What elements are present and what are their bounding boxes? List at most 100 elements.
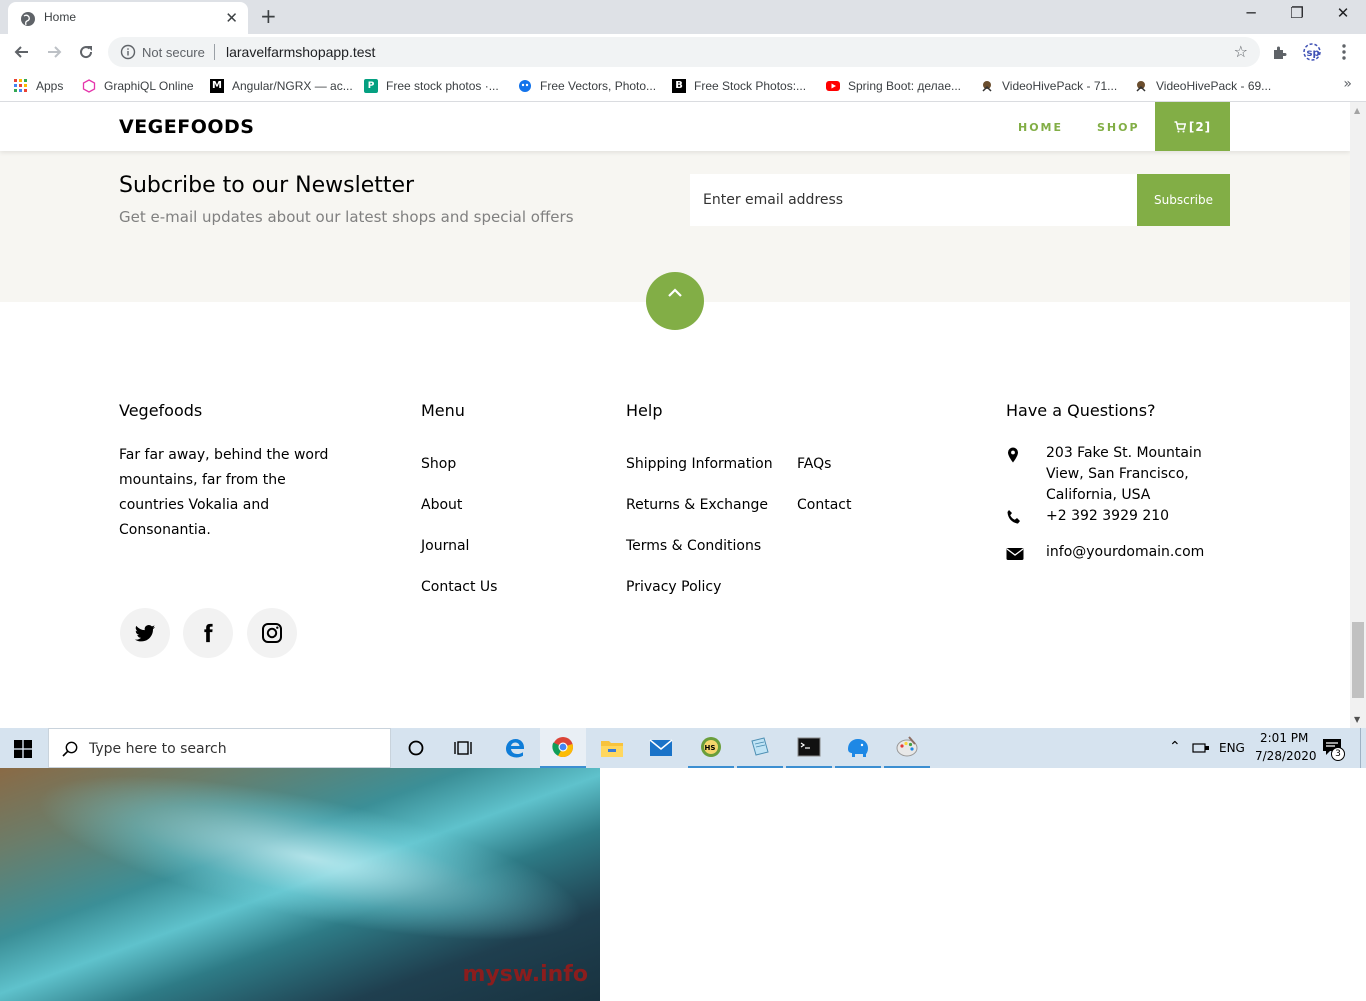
taskbar-search-placeholder: Type here to search: [89, 741, 227, 757]
twitter-button[interactable]: [120, 608, 170, 658]
footer-link-shipping[interactable]: Shipping Information: [626, 456, 773, 472]
forward-arrow-icon[interactable]: [44, 42, 64, 62]
nav-shop-link[interactable]: SHOP: [1097, 121, 1140, 134]
wave-foam: [23, 768, 597, 975]
back-arrow-icon[interactable]: [12, 42, 32, 62]
address-line: 203 Fake St. Mountain: [1046, 445, 1202, 461]
svg-text:sp: sp: [1307, 48, 1320, 59]
contact-phone[interactable]: +2 392 3929 210: [1046, 506, 1169, 527]
nav-home-link[interactable]: HOME: [1018, 121, 1063, 134]
edge-taskbar-button[interactable]: [492, 728, 538, 768]
site-navbar: VEGEFOODS HOME SHOP [2]: [0, 102, 1350, 151]
videohive-icon: [982, 81, 992, 92]
cortana-button[interactable]: [393, 728, 439, 768]
windows-start-icon[interactable]: [14, 740, 32, 758]
bookmark-angular-ngrx[interactable]: M Angular/NGRX — ac...: [210, 76, 353, 96]
bookmark-label: VideoHivePack - 71...: [1002, 79, 1118, 93]
mail-taskbar-button[interactable]: [638, 728, 684, 768]
svg-text:HS: HS: [705, 744, 716, 752]
footer-link-journal[interactable]: Journal: [421, 538, 469, 554]
pexels-icon: P: [364, 79, 378, 93]
instagram-icon: [262, 623, 282, 643]
bookmark-burst[interactable]: B Free Stock Photos:...: [672, 76, 806, 96]
action-center-button[interactable]: 3: [1322, 738, 1346, 761]
phone-icon: [1007, 510, 1020, 524]
instagram-button[interactable]: [247, 608, 297, 658]
bookmark-graphiql[interactable]: GraphiQL Online: [82, 76, 194, 96]
footer-about-line: Consonantia.: [119, 522, 211, 538]
footer-link-contact[interactable]: Contact: [797, 497, 851, 513]
bookmark-label: Angular/NGRX — ac...: [232, 79, 353, 93]
facebook-button[interactable]: [183, 608, 233, 658]
bookmark-videohive-1[interactable]: VideoHivePack - 71...: [980, 76, 1117, 96]
subscribe-button[interactable]: Subscribe: [1137, 174, 1230, 226]
footer-link-shop[interactable]: Shop: [421, 456, 456, 472]
bookmarks-bar: Apps GraphiQL Online M Angular/NGRX — ac…: [0, 70, 1366, 102]
footer-link-faqs[interactable]: FAQs: [797, 456, 831, 472]
bookmark-freepik[interactable]: Free Vectors, Photo...: [518, 76, 656, 96]
taskbar-search-box[interactable]: Type here to search: [48, 728, 391, 768]
apps-grid-icon: [14, 79, 27, 92]
chrome-icon: [552, 737, 573, 758]
address-bar[interactable]: Not secure laravelfarmshopapp.test ☆: [108, 37, 1260, 67]
bookmark-label: Free stock photos ·...: [386, 79, 499, 93]
tray-overflow-chevron-icon[interactable]: ⌃: [1169, 739, 1181, 755]
paint-taskbar-button[interactable]: [884, 728, 930, 768]
search-icon: [62, 741, 78, 757]
heidisql-taskbar-button[interactable]: HS: [688, 728, 734, 768]
browser-toolbar: Not secure laravelfarmshopapp.test ☆ sp: [0, 34, 1366, 70]
windows-taskbar: Type here to search HS ⌃ ENG 2:01 PM 7/2…: [0, 728, 1366, 768]
footer-link-returns[interactable]: Returns & Exchange: [626, 497, 768, 513]
pgadmin-taskbar-button[interactable]: [835, 728, 881, 768]
show-desktop-button[interactable]: [1360, 728, 1366, 768]
heidisql-icon: HS: [701, 737, 721, 757]
footer-about-line: Far far away, behind the word: [119, 447, 329, 463]
contact-email[interactable]: info@yourdomain.com: [1046, 542, 1204, 563]
page-viewport: VEGEFOODS HOME SHOP [2] Subcribe to our …: [0, 102, 1350, 728]
task-view-button[interactable]: [440, 728, 486, 768]
menu-kebab-icon[interactable]: [1334, 42, 1354, 62]
bookmark-videohive-2[interactable]: VideoHivePack - 69...: [1134, 76, 1271, 96]
close-window-button[interactable]: ✕: [1328, 4, 1358, 22]
address-line: View, San Francisco,: [1046, 466, 1189, 482]
tab-home[interactable]: Home ✕: [8, 2, 248, 34]
clock-time[interactable]: 2:01 PM: [1260, 731, 1308, 745]
scrollbar-thumb[interactable]: [1352, 622, 1364, 698]
bookmark-spring-boot[interactable]: Spring Boot: делае...: [826, 76, 961, 96]
chrome-taskbar-button[interactable]: [540, 728, 586, 768]
footer-link-privacy[interactable]: Privacy Policy: [626, 579, 721, 595]
footer-link-contact-us[interactable]: Contact Us: [421, 579, 497, 595]
facebook-icon: [204, 623, 213, 643]
site-brand-logo[interactable]: VEGEFOODS: [119, 116, 255, 138]
footer-link-about[interactable]: About: [421, 497, 462, 513]
language-indicator[interactable]: ENG: [1219, 741, 1245, 755]
reload-icon[interactable]: [76, 42, 96, 62]
newsletter-email-input[interactable]: [690, 174, 1137, 226]
network-icon[interactable]: [1192, 741, 1210, 755]
extensions-puzzle-icon[interactable]: [1270, 42, 1290, 62]
scroll-down-arrow-icon[interactable]: ▼: [1354, 715, 1360, 724]
terminal-taskbar-button[interactable]: [786, 728, 832, 768]
bookmark-star-icon[interactable]: ☆: [1234, 42, 1248, 61]
url-text[interactable]: laravelfarmshopapp.test: [226, 44, 375, 60]
file-explorer-taskbar-button[interactable]: [589, 728, 635, 768]
footer-link-terms[interactable]: Terms & Conditions: [626, 538, 761, 554]
bookmark-pexels[interactable]: P Free stock photos ·...: [364, 76, 499, 96]
maximize-button[interactable]: ❐: [1282, 4, 1312, 22]
info-icon[interactable]: [120, 44, 136, 60]
notepad-taskbar-button[interactable]: [737, 728, 783, 768]
minimize-button[interactable]: ─: [1236, 4, 1266, 22]
bookmark-apps[interactable]: Apps: [14, 76, 63, 96]
bookmarks-overflow-button[interactable]: »: [1343, 76, 1352, 92]
page-scrollbar[interactable]: ▲ ▼: [1350, 102, 1366, 728]
envelope-icon: [1006, 548, 1024, 560]
clock-date[interactable]: 7/28/2020: [1255, 749, 1317, 763]
twitter-icon: [134, 625, 156, 642]
tab-close-icon[interactable]: ✕: [225, 9, 238, 27]
scroll-up-arrow-icon[interactable]: ▲: [1354, 106, 1360, 115]
cart-button[interactable]: [2]: [1155, 102, 1230, 151]
footer-about-heading: Vegefoods: [119, 401, 203, 420]
new-tab-button[interactable]: +: [260, 4, 277, 28]
scroll-to-top-button[interactable]: [646, 272, 704, 330]
extension-sp-icon[interactable]: sp: [1302, 42, 1322, 62]
